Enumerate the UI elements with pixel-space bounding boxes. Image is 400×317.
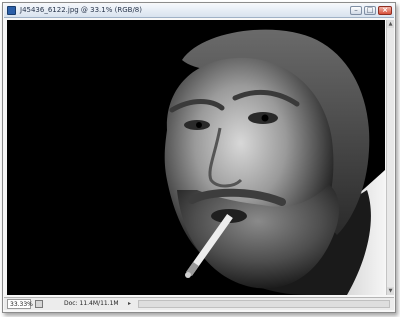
left-pupil (196, 122, 202, 128)
status-menu-arrow-icon[interactable]: ▸ (128, 299, 131, 309)
scroll-down-icon[interactable]: ▼ (387, 287, 394, 295)
right-pupil (261, 114, 269, 122)
image-canvas[interactable] (7, 20, 385, 295)
document-window: J45436_6122.jpg @ 33.1% (RGB/8) – □ × ▲ … (2, 2, 396, 313)
photoshop-document-icon (7, 6, 16, 15)
maximize-icon: □ (366, 6, 374, 14)
status-bar: 33.33% Doc: 11.4M/11.1M ▸ (4, 297, 394, 310)
minimize-button[interactable]: – (350, 6, 362, 15)
close-icon: × (382, 6, 388, 14)
title-bar[interactable]: J45436_6122.jpg @ 33.1% (RGB/8) – □ × (4, 4, 394, 18)
close-button[interactable]: × (378, 6, 392, 15)
scroll-up-icon[interactable]: ▲ (387, 20, 394, 28)
cigarette-ember (185, 272, 191, 278)
horizontal-scrollbar[interactable] (138, 300, 390, 308)
document-title: J45436_6122.jpg @ 33.1% (RGB/8) (20, 6, 142, 14)
portrait-photo (7, 20, 385, 295)
document-size-info: Doc: 11.4M/11.1M (64, 300, 119, 307)
zoom-level-field[interactable]: 33.33% (7, 299, 33, 309)
maximize-button[interactable]: □ (364, 6, 376, 15)
status-info-icon[interactable] (35, 300, 43, 308)
minimize-icon: – (354, 6, 358, 14)
vertical-scrollbar[interactable]: ▲ ▼ (386, 20, 394, 295)
